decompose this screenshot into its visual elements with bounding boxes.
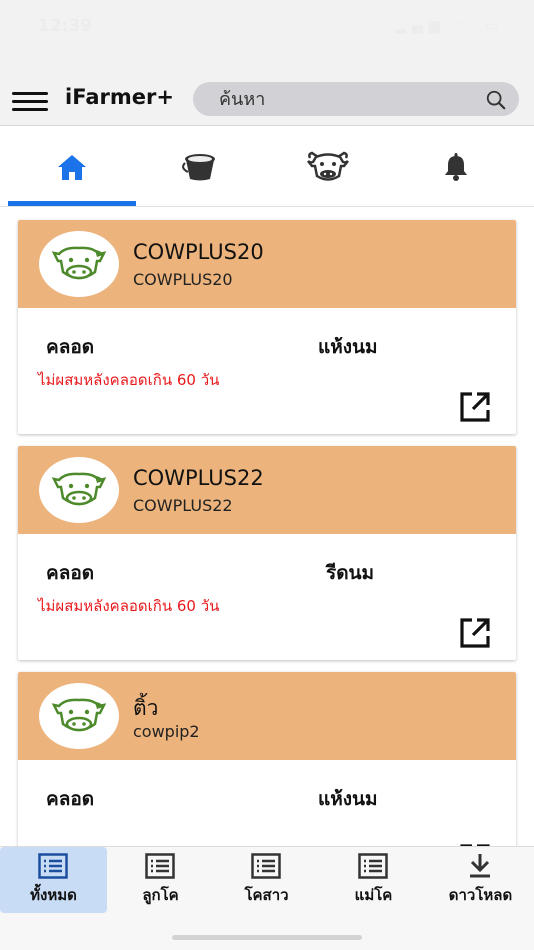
- cow-name: COWPLUS20: [133, 240, 264, 264]
- search-box[interactable]: [193, 82, 519, 116]
- status-icons: ▂▄▆ ◠ ▭: [395, 18, 504, 34]
- menu-icon[interactable]: [12, 92, 48, 112]
- cow-card[interactable]: COWPLUS22 COWPLUS22 คลอด รีดนม ไม่ผสมหลั…: [18, 446, 516, 660]
- top-tabs: [0, 127, 534, 207]
- active-tab-indicator: [8, 201, 136, 206]
- avatar: [39, 683, 119, 749]
- card-header: COWPLUS20 COWPLUS20: [18, 220, 516, 308]
- cow-status: คลอด: [46, 788, 95, 810]
- search-icon[interactable]: [485, 89, 507, 111]
- nav-label: แม่โค: [354, 886, 393, 904]
- card-header: ติ้ว cowpip2: [18, 672, 516, 760]
- open-external-icon[interactable]: [458, 390, 492, 424]
- nav-label: ทั้งหมด: [30, 886, 77, 904]
- cow-card[interactable]: COWPLUS20 COWPLUS20 คลอด แห้งนม ไม่ผสมหล…: [18, 220, 516, 434]
- cow-status: คลอด: [46, 562, 95, 584]
- app-title: iFarmer+: [65, 85, 174, 109]
- alert-text: ไม่ผสมหลังคลอดเกิน 60 วัน: [38, 597, 220, 615]
- tab-milk[interactable]: [136, 127, 264, 206]
- milk-status: แห้งนม: [318, 788, 378, 810]
- cow-face-icon: [51, 246, 107, 280]
- list-icon: [145, 853, 175, 879]
- nav-label: ลูกโค: [142, 886, 179, 904]
- avatar: [39, 457, 119, 523]
- nav-item-calf[interactable]: ลูกโค: [107, 847, 214, 913]
- tab-home[interactable]: [8, 127, 136, 206]
- list-icon: [358, 853, 388, 879]
- home-indicator: [172, 935, 362, 940]
- home-icon: [58, 154, 86, 180]
- nav-label: ดาวโหลด: [448, 886, 513, 904]
- milk-status: รีดนม: [326, 562, 375, 584]
- tab-cow[interactable]: [264, 127, 392, 206]
- nav-item-cow[interactable]: แม่โค: [320, 847, 427, 913]
- cow-name: ติ้ว: [133, 696, 159, 720]
- list-icon: [251, 853, 281, 879]
- search-input[interactable]: [219, 82, 479, 116]
- cow-icon: [307, 151, 349, 181]
- open-external-icon[interactable]: [458, 616, 492, 650]
- milk-status: แห้งนม: [318, 336, 378, 358]
- card-header: COWPLUS22 COWPLUS22: [18, 446, 516, 534]
- milk-bucket-icon: [182, 153, 215, 180]
- cow-code: COWPLUS22: [133, 496, 233, 515]
- cow-name: COWPLUS22: [133, 466, 264, 490]
- list-icon: [38, 853, 68, 879]
- tab-notifications[interactable]: [392, 127, 520, 206]
- cow-face-icon: [51, 698, 107, 732]
- nav-item-heifer[interactable]: โคสาว: [213, 847, 320, 913]
- status-time: 12:39: [38, 16, 93, 36]
- nav-label: โคสาว: [244, 886, 289, 904]
- status-bar: 12:39 ▂▄▆ ◠ ▭: [0, 0, 534, 56]
- nav-item-download[interactable]: ดาวโหลด: [427, 847, 534, 913]
- app-header: iFarmer+: [0, 56, 534, 126]
- cow-face-icon: [51, 472, 107, 506]
- download-icon: [470, 854, 490, 878]
- bell-icon: [445, 152, 467, 181]
- nav-item-all[interactable]: ทั้งหมด: [0, 847, 107, 913]
- cow-code: cowpip2: [133, 722, 200, 741]
- alert-text: ไม่ผสมหลังคลอดเกิน 60 วัน: [38, 371, 220, 389]
- cow-code: COWPLUS20: [133, 270, 233, 289]
- cow-status: คลอด: [46, 336, 95, 358]
- avatar: [39, 231, 119, 297]
